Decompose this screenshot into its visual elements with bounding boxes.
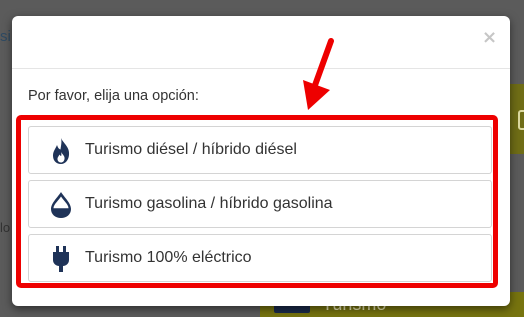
option-gasoline[interactable]: Turismo gasolina / híbrido gasolina — [28, 180, 492, 228]
plug-icon — [48, 245, 74, 273]
option-diesel-label: Turismo diésel / híbrido diésel — [85, 141, 297, 158]
background-panel-icon — [518, 110, 524, 130]
option-electric-label: Turismo 100% eléctrico — [85, 249, 252, 266]
drop-icon — [48, 191, 74, 219]
close-button[interactable]: × — [482, 29, 497, 47]
annotation-arrow-icon — [303, 38, 334, 110]
background-text-mid: lo — [0, 220, 11, 235]
option-electric[interactable]: Turismo 100% eléctrico — [28, 234, 492, 282]
fuel-type-modal: × Por favor, elija una opción: Turismo d… — [12, 16, 510, 306]
option-gasoline-label: Turismo gasolina / híbrido gasolina — [85, 195, 333, 212]
modal-header: × — [12, 16, 510, 69]
option-diesel[interactable]: Turismo diésel / híbrido diésel — [28, 126, 492, 174]
flame-icon — [48, 137, 74, 165]
background-text-top: si — [0, 28, 11, 45]
modal-prompt: Por favor, elija una opción: — [28, 88, 199, 104]
